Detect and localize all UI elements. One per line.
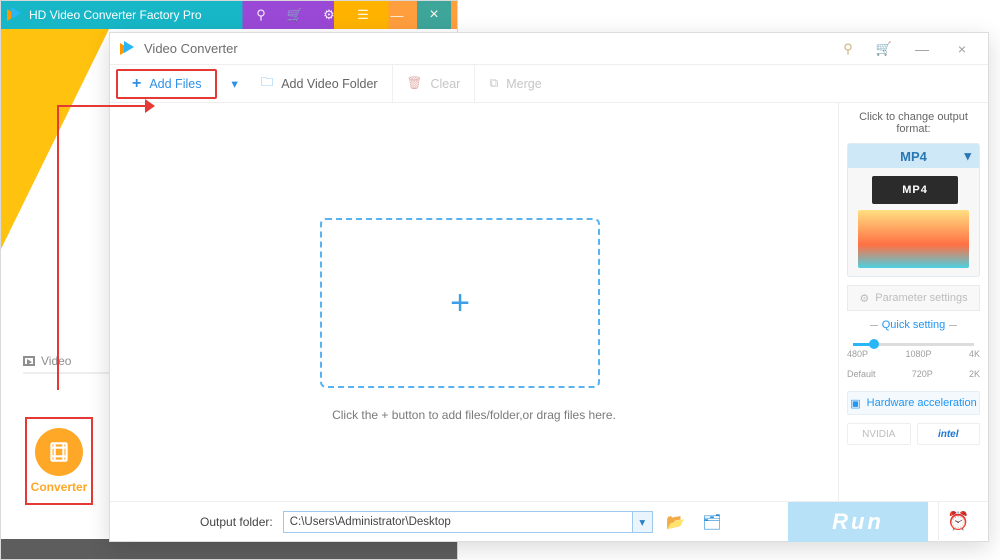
param-label: Parameter settings [875,292,967,304]
settings-icon[interactable]: ⚙ [315,7,343,23]
chevron-down-icon: ▾ [231,76,237,91]
open-folder-button[interactable]: 📂 [663,511,689,533]
drop-hint: Click the + button to add files/folder,o… [110,408,838,422]
plus-icon: + [132,75,141,93]
mp4-badge: MP4 [872,176,958,204]
video-converter-window: Video Converter ⚲ 🛒 — × + Add Files ▾ 🗀 … [109,32,989,542]
output-bar: Output folder: C:\Users\Administrator\De… [110,501,988,541]
quick-setting-title: Quick setting [847,319,980,331]
key-icon[interactable]: ⚲ [834,41,862,57]
parameter-settings-button[interactable]: ⚙ Parameter settings [847,285,980,311]
tick: Default [847,369,876,379]
app-logo-icon [7,7,23,23]
chip-icon: ▣ [850,397,860,410]
sliders-icon: ⚙ [859,292,869,305]
parent-footer [1,539,457,559]
output-folder-label: Output folder: [200,515,273,529]
annotation-line [57,105,59,390]
tick: 480P [847,349,868,359]
close-icon[interactable]: × [946,41,978,57]
format-thumbnail: MP4 [848,168,979,276]
chevron-down-icon[interactable]: ▾ [632,512,652,532]
hardware-acceleration-button[interactable]: ▣ Hardware acceleration [847,391,980,415]
slider-thumb[interactable] [869,339,879,349]
converter-module-button[interactable]: Converter [25,417,93,505]
merge-icon: ⧉ [489,76,498,91]
hw-label: Hardware acceleration [867,397,977,409]
child-titlebar: Video Converter ⚲ 🛒 — × [110,33,988,65]
intel-badge[interactable]: intel [917,423,981,445]
add-folder-button[interactable]: ▾ 🗀 Add Video Folder [217,65,392,102]
decorative-banner [1,29,109,249]
add-files-label: Add Files [149,77,201,91]
output-path: C:\Users\Administrator\Desktop [290,516,451,528]
child-title: Video Converter [144,41,238,56]
add-files-button[interactable]: + Add Files [116,69,217,99]
converter-icon [35,428,83,476]
child-logo-icon [120,41,136,57]
parent-titlebar: HD Video Converter Factory Pro ⚲ 🛒 ⚙ ☰ —… [1,1,457,29]
close-icon[interactable]: × [417,1,451,29]
converter-label: Converter [31,480,88,494]
trash-icon: 🗑 [407,76,423,91]
format-label: MP4 [900,149,927,164]
side-panel: Click to change output format: MP4 ▾ MP4… [838,103,988,501]
tick: 720P [912,369,933,379]
format-hint: Click to change output format: [847,111,980,135]
add-plus-icon: + [450,284,470,323]
nvidia-badge[interactable]: NVIDIA [847,423,911,445]
toolbar: + Add Files ▾ 🗀 Add Video Folder 🗑 Clear… [110,65,988,103]
sidebar-video-item[interactable]: Video [23,354,113,374]
chevron-down-icon: ▾ [964,148,971,164]
alarm-button[interactable]: ⏰ [938,502,978,542]
merge-label: Merge [506,77,541,91]
folder-icon: 🗀 [261,73,274,94]
video-icon [23,356,35,366]
key-icon[interactable]: ⚲ [247,7,275,23]
annotation-arrow-head [145,99,155,113]
merge-button[interactable]: ⧉ Merge [475,65,555,102]
run-button[interactable]: Run [788,502,928,542]
tick: 2K [969,369,980,379]
cart-icon[interactable]: 🛒 [281,7,309,23]
output-folder-input[interactable]: C:\Users\Administrator\Desktop ▾ [283,511,653,533]
clear-label: Clear [430,77,460,91]
minimize-icon[interactable]: — [383,8,411,23]
quality-slider[interactable]: 480P 1080P 4K [847,339,980,361]
add-folder-label: Add Video Folder [281,77,377,91]
parent-title: HD Video Converter Factory Pro [29,8,202,22]
clear-button[interactable]: 🗑 Clear [393,65,476,102]
browse-folder-button[interactable]: 🗂 [699,511,725,533]
tick: 1080P [905,349,931,359]
drop-box[interactable]: + [320,218,600,388]
menu-icon[interactable]: ☰ [349,7,377,23]
drop-area[interactable]: + Click the + button to add files/folder… [110,103,838,501]
tick: 4K [969,349,980,359]
output-format-selector[interactable]: MP4 ▾ MP4 [847,143,980,277]
minimize-icon[interactable]: — [906,41,938,57]
annotation-line [57,105,147,107]
cart-icon[interactable]: 🛒 [870,41,898,57]
